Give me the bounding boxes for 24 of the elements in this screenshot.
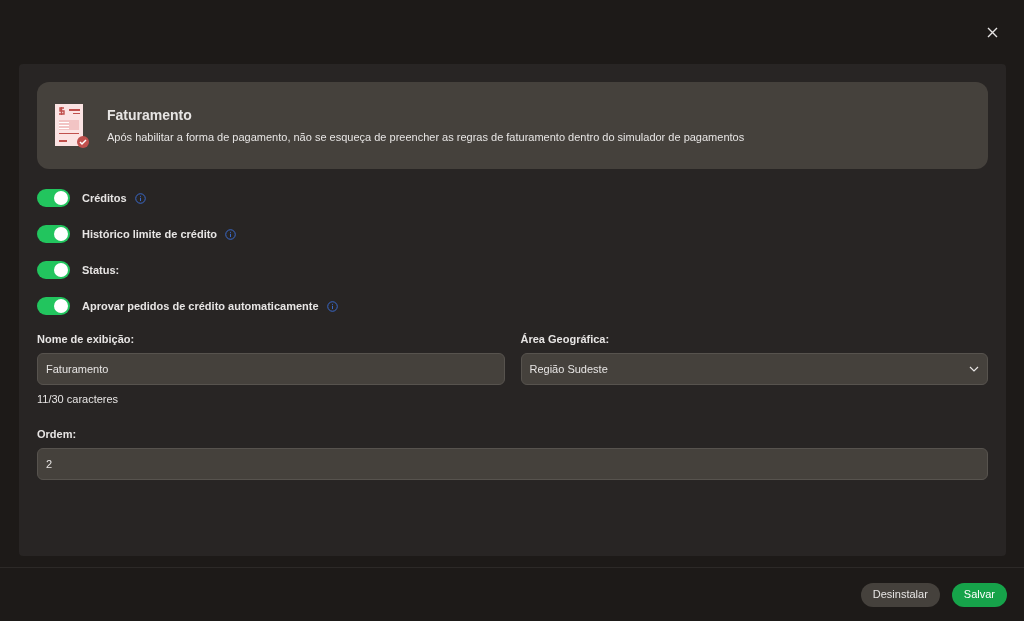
order-field[interactable]: 2 <box>37 447 988 480</box>
toggle-label: Histórico limite de crédito <box>82 226 218 242</box>
banner-title: Faturamento <box>107 106 193 126</box>
banner-description: Após habilitar a forma de pagamento, não se esqueça de preencher as regras de faturamento dentro do simulador de pagamentos <box>107 130 745 146</box>
toggle-switch[interactable] <box>37 261 70 279</box>
info-icon <box>225 228 237 240</box>
uninstall-button[interactable]: Desinstalar <box>860 582 940 607</box>
toggle-label: Aprovar pedidos de crédito automaticamente <box>82 298 319 314</box>
toggle-switch[interactable] <box>37 189 70 207</box>
toggle-label: Status: <box>82 262 120 278</box>
field-label: Ordem: <box>37 426 78 442</box>
display-name-field[interactable]: Faturamento <box>37 353 505 385</box>
field-label: Nome de exibição: <box>37 332 136 347</box>
toggle-switch[interactable] <box>37 297 70 315</box>
invoice-icon <box>55 103 89 148</box>
field-label: Área Geográfica: <box>520 332 611 347</box>
close-icon <box>986 26 998 38</box>
character-counter: 11/30 caracteres <box>37 392 120 407</box>
info-icon <box>326 300 338 312</box>
toggle-switch[interactable] <box>37 225 70 243</box>
region-select[interactable]: Região Sudeste <box>520 353 988 385</box>
info-icon <box>134 192 146 204</box>
chevron-down-icon <box>969 366 979 372</box>
toggle-label: Créditos <box>82 190 127 206</box>
